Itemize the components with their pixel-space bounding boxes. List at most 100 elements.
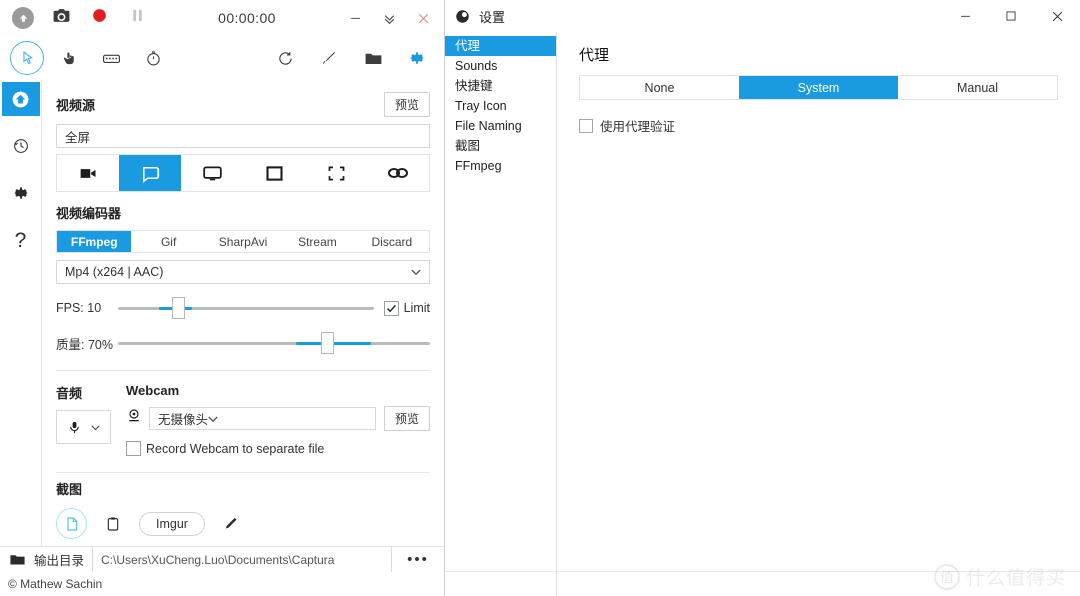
settings-nav: 代理 Sounds 快捷键 Tray Icon File Naming 截图 F… — [445, 32, 557, 596]
settings-nav-proxy[interactable]: 代理 — [445, 36, 556, 56]
settings-nav-sounds[interactable]: Sounds — [445, 56, 556, 76]
settings-nav-hotkeys[interactable]: 快捷键 — [445, 76, 556, 96]
output-directory-label: 输出目录 — [34, 547, 94, 572]
source-video-camera[interactable] — [57, 155, 119, 191]
rail-item-home[interactable] — [1, 82, 40, 116]
quality-slider-thumb[interactable] — [320, 332, 334, 354]
record-button[interactable] — [80, 2, 118, 34]
proxy-mode-none[interactable]: None — [580, 76, 739, 99]
cloud-up-icon — [12, 7, 34, 29]
stopwatch-icon[interactable] — [136, 41, 170, 75]
watermark-text: 什么值得买 — [965, 568, 1066, 589]
screenshot-save-disk-button[interactable] — [56, 508, 87, 539]
limit-checkbox[interactable] — [383, 300, 399, 316]
video-source-value: 全屏 — [65, 130, 91, 145]
proxy-mode-system[interactable]: System — [739, 76, 898, 99]
source-window[interactable] — [243, 155, 305, 191]
video-encoder-header: 视频编码器 — [56, 203, 430, 222]
webcam-preview-button[interactable]: 预览 — [383, 406, 430, 431]
rail-item-history[interactable] — [4, 129, 38, 163]
source-screen[interactable] — [119, 155, 181, 191]
tab-discard[interactable]: Discard — [355, 231, 429, 252]
watermark-logo: 值 — [933, 563, 960, 590]
screenshot-targets: Imgur — [56, 508, 430, 539]
webcam-select[interactable]: 无摄像头 — [149, 407, 376, 430]
camera-icon — [52, 6, 71, 30]
codec-select[interactable]: Mp4 (x264 | AAC) — [56, 260, 430, 284]
screenshot-edit-button[interactable] — [217, 510, 245, 538]
divider-1 — [56, 370, 430, 371]
webcam-separate-file-row[interactable]: Record Webcam to separate file — [126, 441, 430, 456]
output-directory-bar: 输出目录 C:\Users\XuCheng.Luo\Documents\Capt… — [0, 546, 444, 572]
tab-ffmpeg[interactable]: FFmpeg — [57, 231, 132, 252]
gear-icon[interactable] — [400, 41, 434, 75]
audio-column: 音频 — [56, 383, 118, 456]
copyright-label: © Mathew Sachin — [8, 577, 103, 591]
source-monitor[interactable] — [181, 155, 243, 191]
proxy-auth-checkbox[interactable] — [579, 118, 593, 133]
webcam-separate-file-checkbox[interactable] — [126, 441, 141, 456]
settings-nav-ffmpeg[interactable]: FFmpeg — [445, 156, 556, 176]
quality-slider[interactable] — [118, 332, 430, 354]
settings-minimize-button[interactable] — [942, 0, 988, 32]
settings-nav-tray-icon[interactable]: Tray Icon — [445, 96, 556, 116]
brush-icon[interactable] — [312, 41, 346, 75]
app-logo-button[interactable] — [4, 2, 42, 34]
screenshot-title: 截图 — [56, 482, 83, 497]
webcam-value: 无摄像头 — [158, 413, 209, 427]
cursor-icon[interactable] — [10, 41, 44, 75]
captura-main-window: 00:00:00 ? 视频源 预览 全屏 视频编码器 FFmpeg Gif Sh… — [0, 0, 445, 596]
video-encoder-tabs: FFmpeg Gif SharpAvi Stream Discard — [56, 230, 430, 253]
video-source-select[interactable]: 全屏 — [56, 124, 430, 148]
tab-sharpavi[interactable]: SharpAvi — [206, 231, 280, 252]
proxy-mode-manual[interactable]: Manual — [898, 76, 1057, 99]
audio-dropdown-caret-icon[interactable] — [91, 418, 100, 436]
settings-nav-screenshot[interactable]: 截图 — [445, 136, 556, 156]
main-titlebar: 00:00:00 — [0, 0, 444, 36]
hand-click-icon[interactable] — [52, 41, 86, 75]
settings-main-panel: 代理 None System Manual 使用代理验证 — [557, 32, 1080, 596]
quality-slider-row: 质量: 70% — [56, 332, 430, 354]
main-minimize-button[interactable] — [338, 3, 372, 33]
fps-slider[interactable] — [118, 297, 374, 319]
content-filler — [56, 539, 430, 546]
webcam-separate-file-label: Record Webcam to separate file — [146, 441, 325, 456]
quality-track — [118, 341, 430, 345]
fps-label: FPS: 10 — [56, 301, 102, 315]
settings-maximize-button[interactable] — [988, 0, 1034, 32]
main-left-rail: ? — [0, 80, 42, 546]
source-gamepad[interactable] — [367, 155, 429, 191]
help-icon: ? — [14, 228, 27, 252]
fps-limit-toggle[interactable]: Limit — [383, 300, 430, 316]
fps-slider-thumb[interactable] — [171, 297, 185, 319]
tab-stream[interactable]: Stream — [280, 231, 354, 252]
proxy-auth-row[interactable]: 使用代理验证 — [579, 116, 1058, 135]
video-source-buttons — [56, 154, 430, 192]
screenshot-button[interactable] — [42, 2, 80, 34]
screenshot-imgur-button[interactable]: Imgur — [139, 511, 205, 536]
settings-close-button[interactable] — [1034, 0, 1080, 32]
limit-label: Limit — [403, 301, 430, 315]
output-folder-icon[interactable] — [0, 547, 34, 572]
microphone-button[interactable] — [56, 410, 111, 444]
tab-gif[interactable]: Gif — [131, 231, 205, 252]
main-close-button[interactable] — [406, 3, 440, 33]
video-source-preview-button[interactable]: 预览 — [383, 92, 430, 117]
audio-title: 音频 — [56, 386, 83, 401]
screenshot-clipboard-button[interactable] — [99, 510, 127, 538]
settings-nav-file-naming[interactable]: File Naming — [445, 116, 556, 136]
quality-label: 质量: 70% — [56, 337, 113, 352]
divider-2 — [56, 472, 430, 473]
output-directory-path[interactable]: C:\Users\XuCheng.Luo\Documents\Captura — [93, 547, 392, 572]
rail-item-settings[interactable] — [4, 176, 38, 210]
refresh-icon[interactable] — [268, 41, 302, 75]
codec-value: Mp4 (x264 | AAC) — [65, 265, 164, 279]
source-region[interactable] — [305, 155, 367, 191]
main-collapse-button[interactable] — [372, 3, 406, 33]
chevron-down-icon — [411, 265, 421, 279]
folder-icon[interactable] — [356, 41, 390, 75]
pause-button[interactable] — [118, 2, 156, 34]
keyboard-icon[interactable] — [94, 41, 128, 75]
output-more-button[interactable]: ••• — [392, 547, 444, 572]
rail-item-help[interactable]: ? — [4, 223, 38, 257]
